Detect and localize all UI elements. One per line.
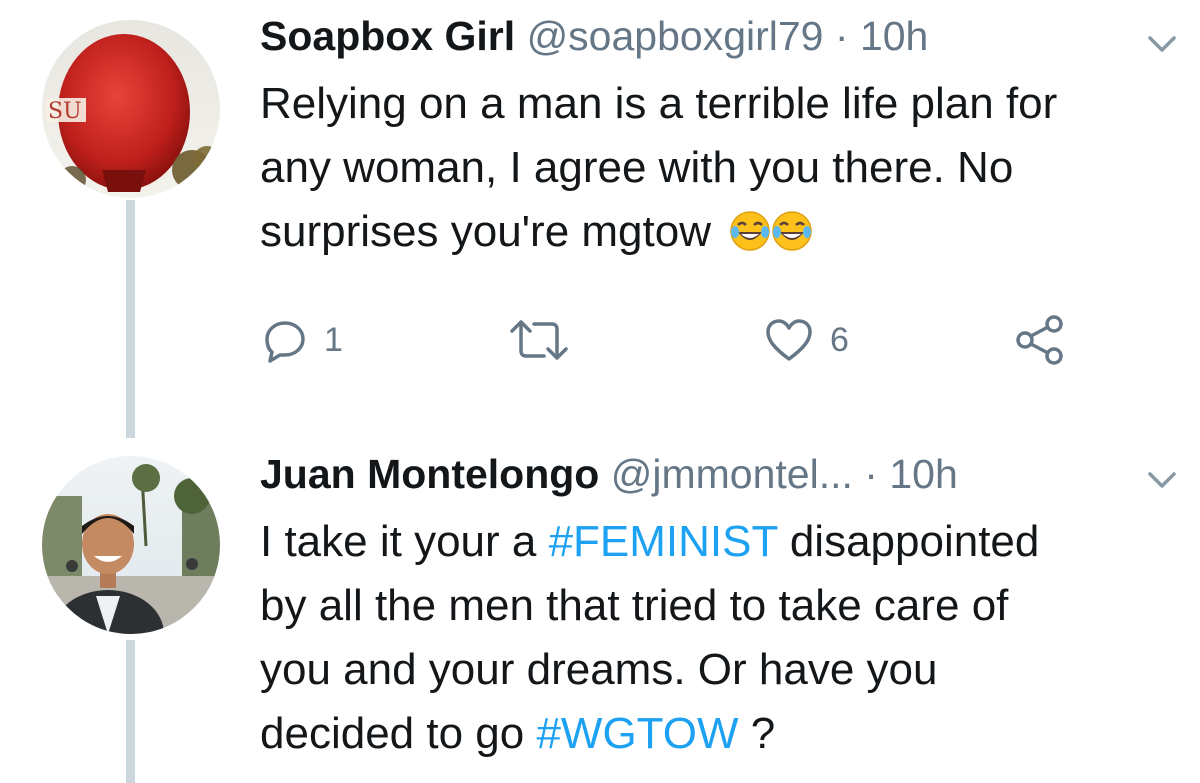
tweet-text-line: by all the men that tried to take care o… (260, 581, 1009, 630)
author-handle[interactable]: @jmmontel... (611, 451, 853, 497)
header-separator: · (864, 451, 878, 497)
tweet-header: Juan Montelongo @jmmontel... · 10h (260, 450, 958, 498)
tweet-text-line: I take it your a #FEMINIST disappointed (260, 510, 1039, 574)
thread-line-top (126, 200, 135, 438)
header-separator: · (834, 13, 849, 59)
avatar[interactable] (42, 456, 220, 634)
like-count: 6 (830, 320, 849, 359)
heart-icon (766, 319, 812, 361)
like-button[interactable]: 6 (764, 310, 849, 370)
reply-button[interactable]: 1 (262, 310, 343, 370)
hashtag-link[interactable]: #FEMINIST (549, 517, 778, 566)
reply-count: 1 (324, 320, 343, 359)
tweet-text-line: any woman, I agree with you there. No (260, 143, 1014, 192)
thread-line-bottom (126, 640, 135, 783)
retweet-button[interactable] (508, 310, 586, 370)
tweet-text-line: you and your dreams. Or have you (260, 645, 938, 694)
face-with-tears-of-joy-icon (729, 206, 771, 270)
tweet-timestamp[interactable]: 10h (889, 451, 957, 497)
face-with-tears-of-joy-icon (771, 206, 813, 270)
avatar-balloon-label: SU (48, 99, 82, 124)
tweet-text-fragment: disappointed (777, 517, 1040, 566)
tweet-text: I take it your a #FEMINIST disappointed … (260, 510, 1039, 766)
chevron-down-icon[interactable] (1142, 24, 1182, 64)
author-name[interactable]: Soapbox Girl (260, 13, 515, 59)
share-button[interactable] (1014, 310, 1066, 370)
tweet-header: Soapbox Girl @soapboxgirl79 · 10h (260, 12, 928, 60)
retweet-icon (510, 320, 568, 360)
tweet-text-line: surprises you're mgtow (260, 200, 1057, 270)
tweet-timestamp[interactable]: 10h (860, 13, 928, 59)
author-handle[interactable]: @soapboxgirl79 (527, 13, 824, 59)
tweet-text-fragment: surprises you're mgtow (260, 207, 711, 256)
tweet-text-fragment: I take it your a (260, 517, 549, 566)
author-name[interactable]: Juan Montelongo (260, 451, 599, 497)
tweet-text-line: decided to go #WGTOW ? (260, 702, 1039, 766)
avatar[interactable]: SU (42, 20, 220, 198)
reply-icon (265, 321, 305, 363)
share-icon (1016, 315, 1063, 365)
tweet-text-fragment: ? (738, 709, 776, 758)
tweet-text-fragment: decided to go (260, 709, 537, 758)
tweet-text: Relying on a man is a terrible life plan… (260, 72, 1057, 270)
chevron-down-icon[interactable] (1142, 460, 1182, 500)
hashtag-link[interactable]: #WGTOW (536, 709, 738, 758)
tweet-text-line: Relying on a man is a terrible life plan… (260, 79, 1058, 128)
